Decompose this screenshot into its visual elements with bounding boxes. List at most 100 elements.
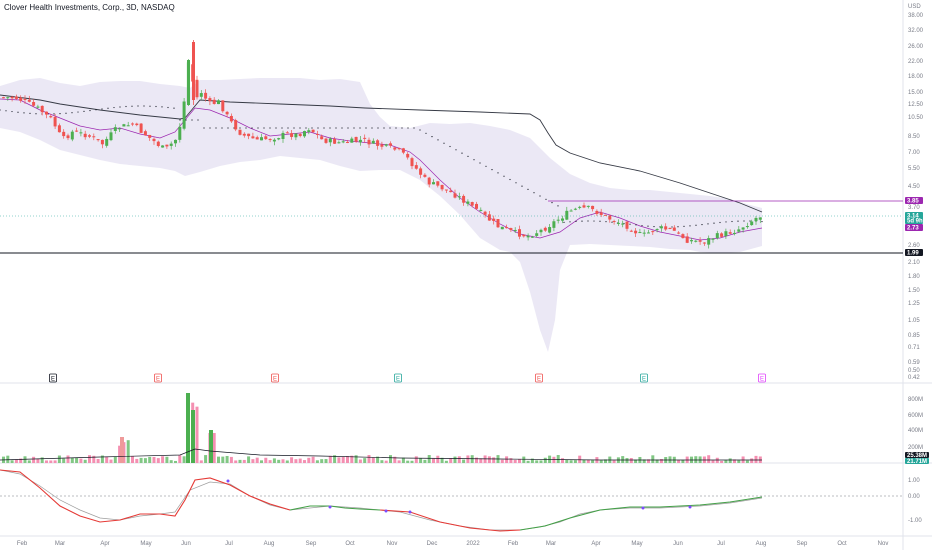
trailing-dot xyxy=(365,127,367,129)
volume-bar xyxy=(681,459,685,463)
volume-bar xyxy=(711,460,715,463)
candle-body xyxy=(118,128,122,130)
trailing-dot xyxy=(71,112,73,114)
price-axis-tick: 3.70 xyxy=(908,205,920,211)
price-axis-tick: 1.05 xyxy=(908,318,920,324)
trailing-dot xyxy=(113,106,115,109)
trailing-dot xyxy=(689,225,691,227)
volume-bar xyxy=(75,457,79,463)
trailing-dot xyxy=(173,107,175,109)
candle-body xyxy=(337,142,341,144)
volume-bar xyxy=(290,457,294,463)
candle-body-spike-up xyxy=(187,60,190,105)
volume-bar-spike xyxy=(209,430,213,463)
volume-bar xyxy=(260,460,263,463)
trailing-dot xyxy=(239,127,241,129)
volume-bar xyxy=(161,456,165,463)
chart-canvas[interactable]: USD 38.00 32.00 26.00 22.00 18.00 15.00 12.50 10… xyxy=(0,0,932,550)
volume-bar xyxy=(88,455,91,463)
volume-bar xyxy=(204,455,208,463)
candle-body xyxy=(724,231,728,237)
volume-bar xyxy=(27,460,31,463)
candle-body xyxy=(109,132,113,141)
volume-bar xyxy=(272,458,276,463)
price-axis-tick: 1.80 xyxy=(908,274,920,280)
candle-body xyxy=(492,218,496,222)
trailing-dot xyxy=(155,105,157,108)
candle-body xyxy=(758,217,762,220)
trailing-dot xyxy=(215,127,217,129)
volume-bar xyxy=(264,457,268,463)
candle-body xyxy=(255,137,259,140)
volume-bar xyxy=(62,458,66,463)
trailing-dot xyxy=(599,220,601,222)
trailing-dot xyxy=(509,178,511,181)
time-axis-tick: Jul xyxy=(225,541,233,547)
trailing-dot xyxy=(149,105,151,107)
candle-body xyxy=(320,136,324,140)
candle-body xyxy=(440,184,444,190)
bollinger-band xyxy=(0,78,762,352)
trailing-dot xyxy=(35,113,37,115)
candle-body xyxy=(217,100,220,105)
volume-axis-tick: 800M xyxy=(908,397,923,403)
candle-body xyxy=(10,96,14,99)
time-axis-tick: Oct xyxy=(345,541,355,547)
volume-bar xyxy=(427,455,431,463)
candle-body xyxy=(88,135,91,137)
trailing-dot xyxy=(611,221,613,223)
volume-bar xyxy=(268,460,272,463)
trailing-dot xyxy=(761,220,763,223)
trailing-dot xyxy=(341,127,343,129)
candle-body xyxy=(199,93,203,97)
trailing-dot xyxy=(749,220,751,222)
volume-bar xyxy=(242,459,246,463)
candle-body xyxy=(27,99,31,102)
candle-body xyxy=(285,132,289,134)
time-axis-tick: Sep xyxy=(306,541,317,547)
candle-body xyxy=(754,217,758,222)
candle-body xyxy=(131,123,134,125)
candle-body xyxy=(728,232,732,234)
candle-body xyxy=(36,106,40,108)
candle-body xyxy=(45,111,48,115)
trailing-dot xyxy=(491,169,493,171)
trailing-dot xyxy=(401,127,403,129)
candle-body xyxy=(444,189,448,191)
time-axis-tick: Aug xyxy=(264,541,275,547)
candle-body xyxy=(595,210,599,214)
candle-body xyxy=(234,120,238,130)
earnings-event-label: E xyxy=(642,377,646,383)
trailing-dot xyxy=(359,127,361,129)
candle-body xyxy=(414,165,418,169)
time-axis-tick: May xyxy=(631,541,642,547)
volume-bar xyxy=(659,459,663,463)
volume-bar xyxy=(307,457,311,463)
price-tag-countdown: 5d 9h xyxy=(907,219,923,225)
price-axis-tick: 0.50 xyxy=(908,368,920,374)
volume-bar xyxy=(251,459,255,463)
candle-body xyxy=(156,141,160,146)
candle-body xyxy=(135,123,139,126)
time-axis-tick: Oct xyxy=(837,541,847,547)
trailing-dot xyxy=(605,221,607,223)
price-axis-tick: 12.50 xyxy=(908,102,924,108)
volume-bar xyxy=(298,458,302,463)
candle-body xyxy=(229,115,233,122)
oscillator-axis-tick: -1.00 xyxy=(908,518,922,524)
volume-bar xyxy=(569,460,573,463)
volume-bar xyxy=(113,456,117,463)
volume-bar xyxy=(483,455,487,463)
candle-body xyxy=(436,181,440,186)
volume-bar xyxy=(466,455,470,463)
oscillator-cross-dot xyxy=(328,505,332,509)
price-axis-tick: 4.50 xyxy=(908,184,920,190)
candle-body xyxy=(148,134,152,138)
trailing-dot xyxy=(425,132,427,134)
volume-bar xyxy=(565,459,569,463)
volume-bar xyxy=(6,455,10,463)
trailing-dot xyxy=(671,226,673,228)
trailing-dot xyxy=(53,113,55,115)
price-axis-tick: 38.00 xyxy=(908,13,924,19)
volume-bar xyxy=(45,460,48,463)
